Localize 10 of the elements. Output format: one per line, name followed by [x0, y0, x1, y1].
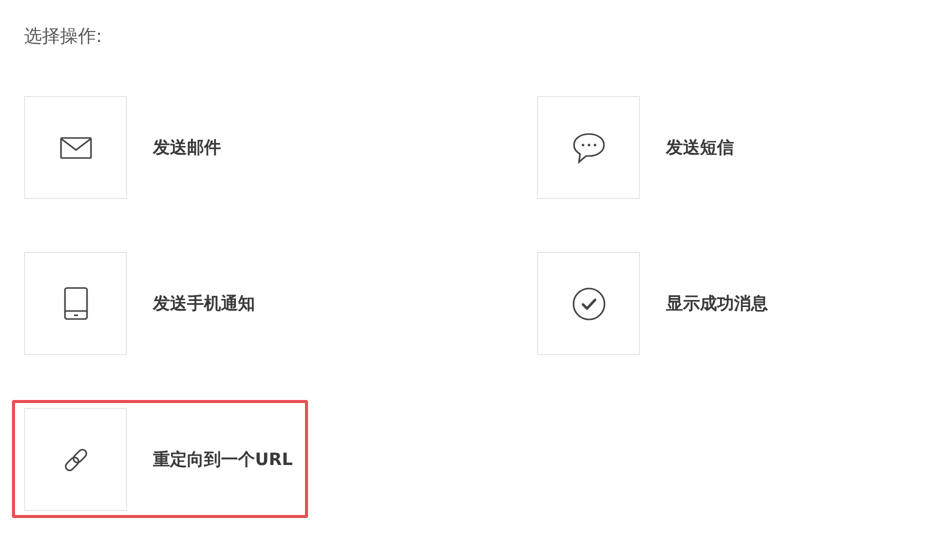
- action-option[interactable]: 显示成功消息: [537, 252, 768, 355]
- section-heading: 选择操作:: [24, 25, 104, 49]
- action-option[interactable]: 发送邮件: [24, 96, 221, 199]
- action-option[interactable]: 发送手机通知: [24, 252, 255, 355]
- check-circle-icon: [572, 286, 606, 320]
- envelope-icon: [60, 136, 92, 158]
- speech-bubble-icon: [572, 132, 606, 164]
- action-option[interactable]: 重定向到一个URL: [24, 408, 293, 511]
- tablet-icon: [64, 287, 88, 320]
- action-option[interactable]: 发送短信: [537, 96, 734, 199]
